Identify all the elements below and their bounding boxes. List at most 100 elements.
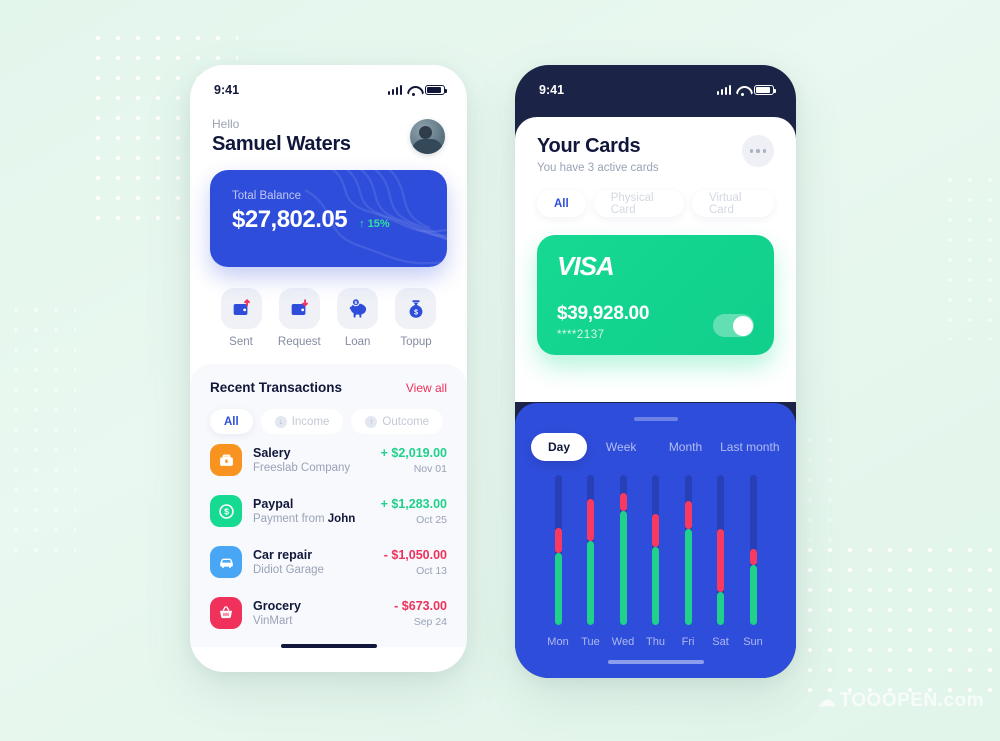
transaction-date: Oct 13	[416, 564, 447, 577]
bar-column[interactable]: Sun	[740, 475, 766, 648]
range-tab-day[interactable]: Day	[531, 433, 587, 461]
transaction-sub: Payment from John	[253, 513, 356, 525]
action-label: Request	[277, 336, 321, 348]
bar-column[interactable]: Fri	[675, 475, 701, 648]
bar-track	[684, 475, 692, 625]
more-horizontal-icon[interactable]	[742, 135, 774, 167]
action-loan[interactable]: $ Loan	[331, 288, 385, 348]
bar-column[interactable]: Sat	[708, 475, 734, 648]
chip-income[interactable]: ↓ Income	[260, 409, 344, 434]
dot-pattern-bottom-right	[800, 540, 1000, 700]
view-all-link[interactable]: View all	[406, 381, 447, 395]
greeting-name: Samuel Waters	[212, 133, 351, 155]
bar-segment-outcome	[684, 500, 692, 529]
bar-segment-income	[684, 529, 692, 625]
visa-logo: VISA	[557, 251, 615, 281]
range-tab-month[interactable]: Month	[655, 433, 715, 461]
svg-text:$: $	[224, 506, 229, 516]
tab-physical-card[interactable]: Physical Card	[593, 190, 684, 217]
action-label: Topup	[400, 336, 432, 348]
status-time: 9:41	[539, 83, 565, 97]
table-row[interactable]: Salery Freeslab Company + $2,019.00 Nov …	[210, 434, 447, 485]
transaction-sub: Freeslab Company	[253, 462, 351, 474]
battery-icon	[425, 85, 448, 95]
cards-heading-text: Your Cards You have 3 active cards	[537, 135, 659, 174]
tab-virtual-card[interactable]: Virtual Card	[691, 190, 774, 217]
home-indicator	[280, 644, 377, 648]
drag-handle[interactable]	[633, 417, 678, 421]
bar-track	[717, 475, 724, 625]
balance-amount: $27,802.05	[232, 206, 348, 233]
wifi-icon	[736, 85, 749, 96]
table-row[interactable]: Car repair Didiot Garage - $1,050.00 Oct…	[210, 536, 447, 587]
watermark: ☁ TOOOPEN.com	[818, 690, 984, 712]
recent-header: Recent Transactions View all	[210, 380, 447, 395]
chip-all[interactable]: All	[210, 409, 253, 434]
bar-label: Thu	[646, 636, 665, 648]
transaction-sub: VinMart	[253, 615, 293, 627]
transaction-meta: + $2,019.00 Nov 01	[381, 446, 447, 475]
action-topup[interactable]: $ Topup	[389, 288, 443, 348]
visa-card[interactable]: VISA $39,928.00 ****2137	[537, 235, 774, 355]
briefcase-icon	[210, 444, 242, 476]
action-request[interactable]: Request	[272, 288, 326, 348]
range-tab-week[interactable]: Week	[591, 433, 651, 461]
bar-column[interactable]: Mon	[545, 475, 571, 648]
bar-track	[749, 475, 757, 625]
quick-actions: Sent Request $ Loan $ Topup	[190, 267, 467, 348]
signal-icon	[716, 85, 731, 95]
dot-pattern-middle-right	[800, 430, 840, 550]
greeting-text: Hello Samuel Waters	[212, 117, 351, 156]
page-title: Your Cards	[537, 135, 641, 157]
greeting-hello: Hello	[212, 117, 240, 131]
transaction-amount: + $2,019.00	[380, 445, 447, 460]
bar-segment-outcome	[619, 493, 627, 511]
dot-pattern-bottom-left	[6, 300, 76, 560]
range-tab-last-month[interactable]: Last month	[720, 433, 780, 461]
recent-title: Recent Transactions	[210, 380, 343, 395]
transaction-sub: Didiot Garage	[253, 564, 324, 576]
action-label: Loan	[344, 336, 371, 348]
chart-panel: Day Week Month Last month Mon Tue Wed Thu Fr…	[515, 403, 796, 678]
chip-label: All	[224, 415, 239, 428]
bar-column[interactable]: Tue	[578, 475, 604, 648]
battery-icon	[754, 85, 777, 95]
home-indicator	[607, 660, 704, 664]
action-sent[interactable]: Sent	[214, 288, 268, 348]
bar-column[interactable]: Wed	[610, 475, 636, 648]
transaction-name: Grocery	[253, 599, 301, 613]
bar-segment-income	[554, 553, 562, 625]
transaction-name: Salery	[253, 446, 291, 460]
table-row[interactable]: $ Paypal Payment from John + $1,283.00 O…	[210, 485, 447, 536]
range-tab-label: Day	[547, 440, 570, 454]
tab-label: All	[554, 197, 569, 210]
basket-icon	[210, 597, 242, 629]
bar-label: Mon	[547, 636, 569, 648]
balance-card[interactable]: Total Balance $27,802.05 ↑ 15%	[210, 170, 447, 267]
chip-outcome[interactable]: ↑ Outcome	[351, 409, 444, 434]
transaction-info: Salery Freeslab Company	[253, 446, 370, 474]
wallet-down-arrow-icon	[278, 288, 320, 329]
phone-left: 9:41 Hello Samuel Waters Total Balance $…	[190, 65, 467, 672]
arrow-down-circle-icon: ↓	[274, 415, 287, 428]
bar-track	[554, 475, 562, 625]
balance-delta: ↑ 15%	[359, 218, 390, 230]
table-row[interactable]: Grocery VinMart - $673.00 Sep 24	[210, 587, 447, 638]
user-avatar[interactable]	[410, 119, 445, 154]
bar-track	[587, 475, 594, 625]
status-icons	[387, 85, 448, 96]
toggle-switch-icon[interactable]	[713, 314, 754, 337]
transaction-date: Oct 25	[416, 513, 447, 526]
transaction-amount: - $673.00	[394, 598, 447, 613]
svg-text:$: $	[355, 300, 358, 306]
status-time: 9:41	[214, 83, 240, 97]
tab-all[interactable]: All	[537, 190, 586, 217]
transaction-date: Sep 24	[413, 615, 447, 628]
bar-column[interactable]: Thu	[643, 475, 669, 648]
bar-segment-income	[652, 547, 659, 625]
transaction-meta: - $1,050.00 Oct 13	[384, 548, 447, 577]
bar-track	[652, 475, 659, 625]
arrow-up-circle-icon: ↑	[365, 415, 378, 428]
car-icon	[210, 546, 242, 578]
status-icons	[716, 85, 777, 96]
